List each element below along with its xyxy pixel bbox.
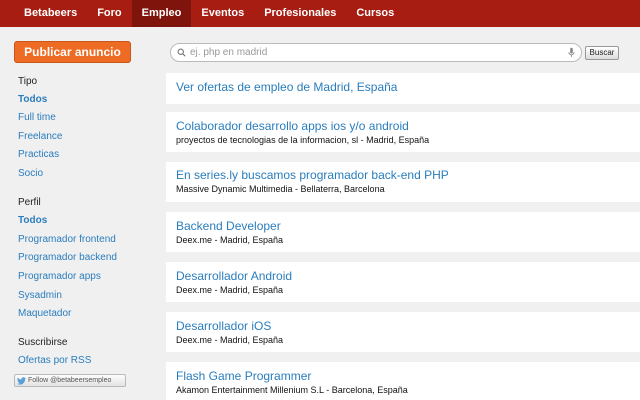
sidebar: Publicar anuncio Tipo Todos Full time Fr… <box>0 27 156 400</box>
job-subtitle: Deex.me - Madrid, España <box>176 235 284 245</box>
job-title[interactable]: Backend Developer <box>176 219 281 233</box>
listing-header-card: Ver ofertas de empleo de Madrid, España <box>166 73 640 104</box>
job-subtitle: Deex.me - Madrid, España <box>176 285 284 295</box>
perfil-item-apps[interactable]: Programador apps <box>18 271 101 282</box>
tipo-item-socio[interactable]: Socio <box>18 168 43 179</box>
suscribirse-heading: Suscribirse <box>18 337 68 348</box>
search-button[interactable]: Buscar <box>585 46 619 60</box>
perfil-item-maquetador[interactable]: Maquetador <box>18 308 71 319</box>
tipo-heading: Tipo <box>18 76 38 87</box>
perfil-item-backend[interactable]: Programador backend <box>18 252 117 263</box>
twitter-follow-label: Follow @betabeersempleo <box>28 377 112 384</box>
nav-item-cursos[interactable]: Cursos <box>346 0 404 27</box>
twitter-follow-button[interactable]: Follow @betabeersempleo <box>14 374 126 387</box>
job-card: Desarrollador iOS Deex.me - Madrid, Espa… <box>166 312 640 352</box>
job-title[interactable]: Colaborador desarrollo apps ios y/o andr… <box>176 119 409 133</box>
rss-link[interactable]: Ofertas por RSS <box>18 355 91 366</box>
job-subtitle: Massive Dynamic Multimedia - Bellaterra,… <box>176 184 385 194</box>
perfil-heading: Perfil <box>18 197 41 208</box>
perfil-item-sysadmin[interactable]: Sysadmin <box>18 290 62 301</box>
search-input[interactable] <box>190 47 568 58</box>
job-title[interactable]: Desarrollador iOS <box>176 319 271 333</box>
nav-item-foro[interactable]: Foro <box>87 0 131 27</box>
listing-header-link[interactable]: Ver ofertas de empleo de Madrid, España <box>176 80 397 94</box>
search-icon <box>177 48 186 57</box>
job-card: En series.ly buscamos programador back-e… <box>166 162 640 202</box>
nav-item-profesionales[interactable]: Profesionales <box>254 0 346 27</box>
nav-brand[interactable]: Betabeers <box>0 0 87 27</box>
job-card: Desarrollador Android Deex.me - Madrid, … <box>166 262 640 302</box>
twitter-icon <box>17 376 26 385</box>
nav-item-eventos[interactable]: Eventos <box>191 0 254 27</box>
tipo-item-full-time[interactable]: Full time <box>18 112 56 123</box>
microphone-icon[interactable] <box>568 47 575 58</box>
top-nav: Betabeers Foro Empleo Eventos Profesiona… <box>0 0 640 27</box>
job-title[interactable]: Desarrollador Android <box>176 269 292 283</box>
tipo-item-freelance[interactable]: Freelance <box>18 131 62 142</box>
perfil-item-frontend[interactable]: Programador frontend <box>18 234 116 245</box>
job-card: Colaborador desarrollo apps ios y/o andr… <box>166 112 640 152</box>
tipo-item-practicas[interactable]: Practicas <box>18 149 59 160</box>
job-subtitle: proyectos de tecnologias de la informaci… <box>176 135 430 145</box>
search-box <box>170 43 582 62</box>
job-subtitle: Deex.me - Madrid, España <box>176 335 284 345</box>
job-title[interactable]: Flash Game Programmer <box>176 369 311 383</box>
job-subtitle: Akamon Entertainment Millenium S.L - Bar… <box>176 385 408 395</box>
job-card: Backend Developer Deex.me - Madrid, Espa… <box>166 212 640 252</box>
nav-item-empleo[interactable]: Empleo <box>131 0 192 27</box>
publish-ad-button[interactable]: Publicar anuncio <box>14 41 131 63</box>
job-title[interactable]: En series.ly buscamos programador back-e… <box>176 168 449 182</box>
tipo-item-todos[interactable]: Todos <box>18 94 47 105</box>
job-card: Flash Game Programmer Akamon Entertainme… <box>166 362 640 400</box>
perfil-item-todos[interactable]: Todos <box>18 215 47 226</box>
